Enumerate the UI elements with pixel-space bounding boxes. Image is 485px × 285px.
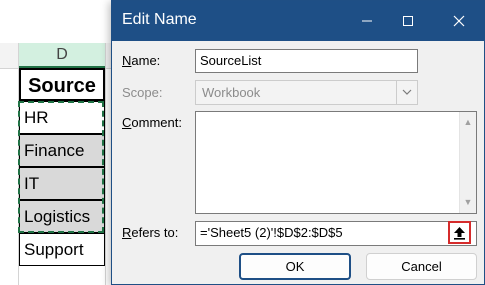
grid-line [105,43,106,285]
maximize-icon[interactable] [388,1,428,41]
cancel-button[interactable]: Cancel [366,253,477,280]
cell-d1[interactable]: Source [19,68,105,101]
refers-to-label: Refers to: [122,225,179,240]
cell-d4[interactable]: IT [19,167,105,200]
minimize-icon[interactable] [347,1,387,41]
cell-d5[interactable]: Logistics [19,200,105,233]
scroll-up-icon[interactable]: ▲ [460,114,476,131]
chevron-down-icon [396,81,417,104]
scope-label: Scope: [122,85,163,100]
dialog-title: Edit Name [122,11,197,28]
name-field[interactable]: SourceList [195,49,418,73]
comment-field[interactable]: ▲ ▼ [195,111,477,214]
scope-dropdown: Workbook [195,80,418,105]
comment-label: Comment: [122,115,182,130]
cell-d3[interactable]: Finance [19,134,105,167]
edit-name-dialog: Edit Name Name: SourceList Scope: Workbo… [111,0,485,285]
name-label: Name: [122,53,161,68]
scroll-down-icon[interactable]: ▼ [460,194,476,211]
column-header-d[interactable]: D [19,43,105,68]
close-icon[interactable] [439,1,479,41]
cell-d2[interactable]: HR [19,101,105,134]
collapse-dialog-icon[interactable] [448,221,471,244]
scope-value: Workbook [202,85,261,100]
refers-to-field[interactable]: ='Sheet5 (2)'!$D$2:$D$5 [195,221,477,246]
cell-d6[interactable]: Support [19,233,105,266]
comment-scrollbar[interactable]: ▲ ▼ [459,112,476,213]
ok-button[interactable]: OK [239,253,351,280]
dialog-title-bar[interactable]: Edit Name [112,1,484,41]
